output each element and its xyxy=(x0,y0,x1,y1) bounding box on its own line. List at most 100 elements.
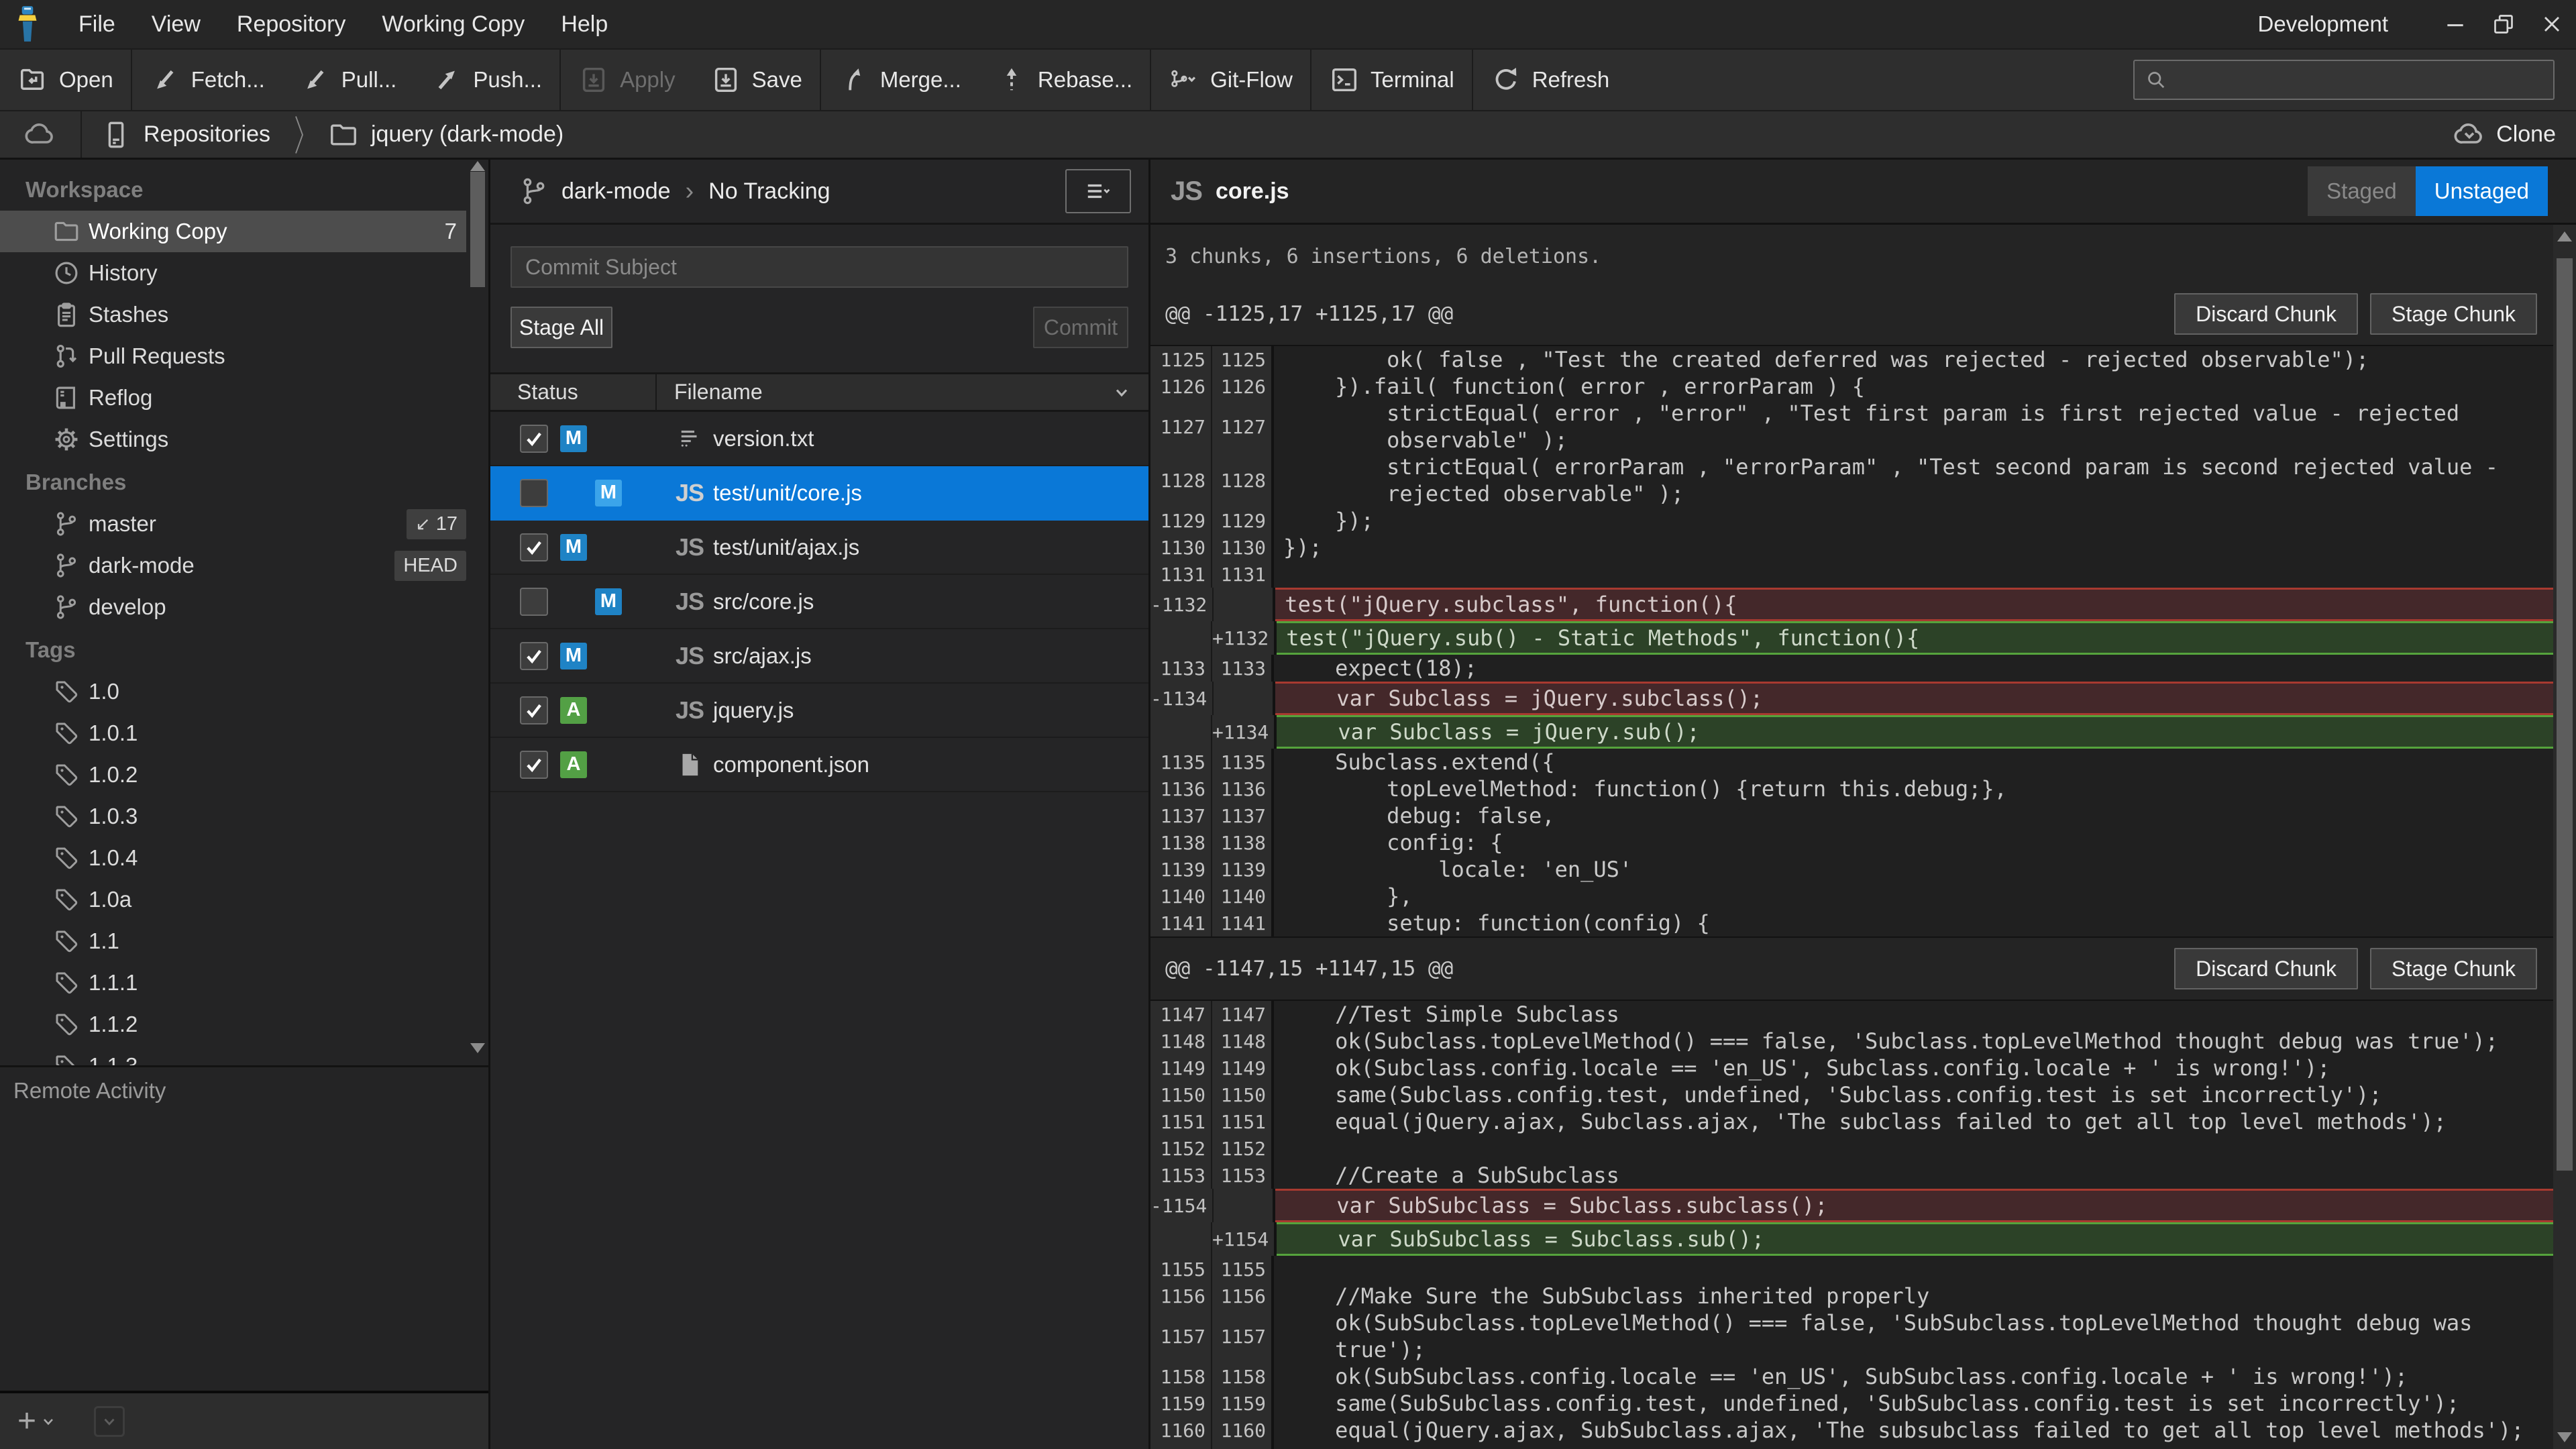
sidebar-item-dark-mode[interactable]: dark-modeHEAD xyxy=(0,545,466,586)
checkout-menu-button[interactable] xyxy=(94,1406,125,1437)
remote-accounts-icon[interactable] xyxy=(0,119,80,151)
sidebar-item-reflog[interactable]: Reflog xyxy=(0,377,466,419)
commit-subject-input[interactable] xyxy=(511,246,1128,288)
file-row-src-core.js[interactable]: MJSsrc/core.js xyxy=(490,575,1148,629)
diff-line-context: 11551155 xyxy=(1150,1256,2553,1283)
menu-item-repository[interactable]: Repository xyxy=(219,0,364,48)
stage-checkbox-unchecked[interactable] xyxy=(520,588,548,616)
code-text: }); xyxy=(1274,507,2553,534)
file-row-component.json[interactable]: Acomponent.json xyxy=(490,738,1148,792)
file-row-src-ajax.js[interactable]: MJSsrc/ajax.js xyxy=(490,629,1148,684)
sidebar-item-1.1.3[interactable]: 1.1.3 xyxy=(0,1045,466,1065)
commit-button[interactable]: Commit xyxy=(1033,307,1128,348)
check-icon xyxy=(523,645,545,667)
discard-chunk-button[interactable]: Discard Chunk xyxy=(2174,293,2358,335)
sidebar-item-1.0.3[interactable]: 1.0.3 xyxy=(0,796,466,837)
search-input[interactable] xyxy=(2176,68,2544,91)
sidebar-item-pull-requests[interactable]: Pull Requests xyxy=(0,335,466,377)
discard-chunk-button[interactable]: Discard Chunk xyxy=(2174,948,2358,989)
column-header-status[interactable]: Status xyxy=(490,374,657,410)
minimize-button[interactable] xyxy=(2431,0,2479,48)
doc-file-icon xyxy=(673,751,706,779)
old-line-number: 1149 xyxy=(1150,1055,1212,1081)
sidebar-item-1.0a[interactable]: 1.0a xyxy=(0,879,466,920)
stage-checkbox-checked[interactable] xyxy=(520,642,548,670)
pull...-button[interactable]: Pull... xyxy=(282,50,415,110)
git-flow-button[interactable]: Git-Flow xyxy=(1151,50,1310,110)
sidebar-item-settings[interactable]: Settings xyxy=(0,419,466,460)
rebase...-button[interactable]: Rebase... xyxy=(979,50,1150,110)
sidebar-item-1.0[interactable]: 1.0 xyxy=(0,671,466,712)
sidebar-item-stashes[interactable]: Stashes xyxy=(0,294,466,335)
sidebar-item-working-copy[interactable]: Working Copy7 xyxy=(0,211,466,252)
sidebar-item-1.1.2[interactable]: 1.1.2 xyxy=(0,1004,466,1045)
file-list-options-button[interactable] xyxy=(1065,169,1131,213)
diff-scrollbar[interactable] xyxy=(2553,225,2576,1449)
restore-button[interactable] xyxy=(2479,0,2528,48)
menu-item-file[interactable]: File xyxy=(60,0,133,48)
new-line-number: 1158 xyxy=(1212,1363,1274,1390)
stage-checkbox-checked[interactable] xyxy=(520,696,548,724)
diff-line-context: 11571157ok(SubSubclass.topLevelMethod() … xyxy=(1150,1309,2553,1363)
column-header-filename[interactable]: Filename xyxy=(657,380,1148,405)
merge...-button[interactable]: Merge... xyxy=(821,50,979,110)
stage-checkbox-unchecked[interactable] xyxy=(520,479,548,507)
sidebar-scrollbar-thumb[interactable] xyxy=(470,172,485,287)
sidebar-item-1.0.4[interactable]: 1.0.4 xyxy=(0,837,466,879)
sidebar-item-master[interactable]: master↙17 xyxy=(0,503,466,545)
file-row-test-unit-core.js[interactable]: MJStest/unit/core.js xyxy=(490,466,1148,521)
stage-checkbox-checked[interactable] xyxy=(520,425,548,453)
sort-chevron-icon[interactable] xyxy=(1112,383,1131,402)
add-repository-button[interactable]: + xyxy=(17,1408,56,1435)
menu-item-help[interactable]: Help xyxy=(543,0,626,48)
diff-scrollbar-thumb[interactable] xyxy=(2557,258,2573,1171)
sidebar-item-1.1.1[interactable]: 1.1.1 xyxy=(0,962,466,1004)
code-cell: strictEqual( error , "error" , "Test fir… xyxy=(1274,400,2553,453)
breadcrumb-repo-tab[interactable]: jquery (dark-mode) xyxy=(309,119,582,150)
open-button[interactable]: Open xyxy=(0,50,131,110)
sidebar-item-1.0.2[interactable]: 1.0.2 xyxy=(0,754,466,796)
code-text: //Test Simple Subclass xyxy=(1274,1001,2553,1028)
stage-checkbox-checked[interactable] xyxy=(520,751,548,779)
terminal-button[interactable]: Terminal xyxy=(1311,50,1472,110)
menu-item-working-copy[interactable]: Working Copy xyxy=(364,0,543,48)
refresh-button[interactable]: Refresh xyxy=(1473,50,1627,110)
sidebar-item-1.1[interactable]: 1.1 xyxy=(0,920,466,962)
sc_roll-down-arrow-icon[interactable] xyxy=(470,1043,485,1053)
sidebar-item-develop[interactable]: develop xyxy=(0,586,466,628)
file-row-test-unit-ajax.js[interactable]: MJStest/unit/ajax.js xyxy=(490,521,1148,575)
clone-button[interactable]: Clone xyxy=(2453,119,2556,151)
sidebar-item-history[interactable]: History xyxy=(0,252,466,294)
save-button[interactable]: Save xyxy=(693,50,820,110)
fetch-icon xyxy=(150,64,180,95)
sidebar-item-1.0.1[interactable]: 1.0.1 xyxy=(0,712,466,754)
search-box[interactable] xyxy=(2133,60,2555,100)
breadcrumb-repositories-tab[interactable]: Repositories xyxy=(82,119,289,150)
tag-icon xyxy=(52,802,89,830)
push...-button[interactable]: Push... xyxy=(414,50,559,110)
sidebar-section-title-tags: Tags xyxy=(0,628,488,671)
unstaged-tab[interactable]: Unstaged xyxy=(2416,166,2548,216)
check-icon xyxy=(523,753,545,776)
stage-checkbox-checked[interactable] xyxy=(520,533,548,561)
diff-line-context: 11531153//Create a SubSubclass xyxy=(1150,1162,2553,1189)
scroll-up-arrow-icon[interactable] xyxy=(470,161,485,171)
close-button[interactable] xyxy=(2528,0,2576,48)
rebase...-label: Rebase... xyxy=(1038,67,1132,93)
text-file-icon xyxy=(673,425,706,453)
file-row-version.txt[interactable]: Mversion.txt xyxy=(490,412,1148,466)
scroll-up-arrow-icon[interactable] xyxy=(2557,231,2572,241)
staged-tab[interactable]: Staged xyxy=(2308,166,2416,216)
scroll-down-arrow-icon[interactable] xyxy=(2557,1432,2572,1442)
sidebar-scrollbar[interactable] xyxy=(469,160,486,1065)
stage-all-button[interactable]: Stage All xyxy=(511,307,612,348)
file-row-jquery.js[interactable]: AJSjquery.js xyxy=(490,684,1148,738)
menu-item-view[interactable]: View xyxy=(133,0,219,48)
tracking-status: No Tracking xyxy=(708,178,830,205)
clone-label: Clone xyxy=(2496,121,2556,148)
stage-chunk-button[interactable]: Stage Chunk xyxy=(2370,948,2537,989)
tag-icon xyxy=(52,678,89,706)
stage-chunk-button[interactable]: Stage Chunk xyxy=(2370,293,2537,335)
code-text: ok(Subclass.config.locale == 'en_US', Su… xyxy=(1274,1055,2553,1081)
fetch...-button[interactable]: Fetch... xyxy=(132,50,282,110)
